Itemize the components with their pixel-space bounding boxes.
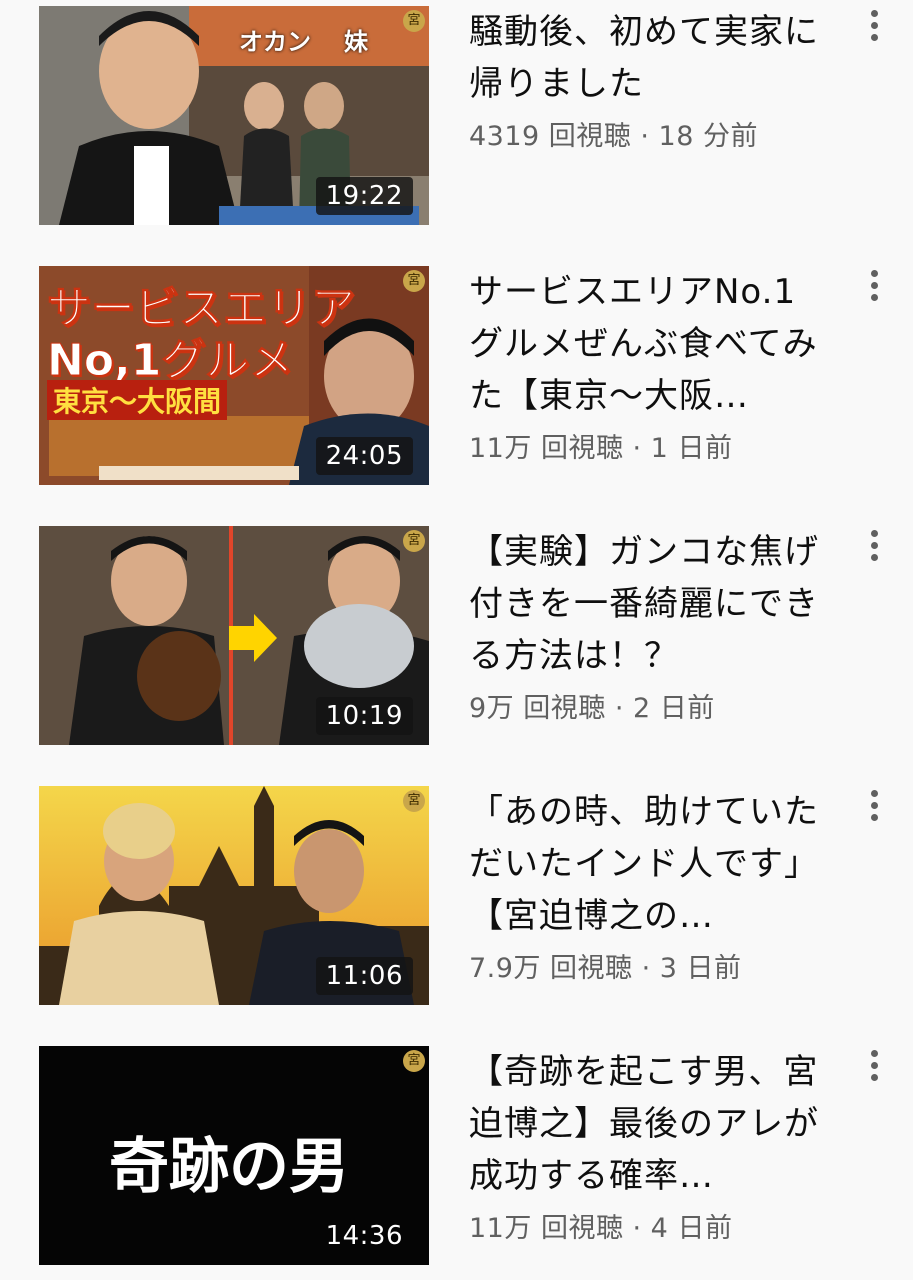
- video-duration: 24:05: [315, 437, 413, 475]
- video-title[interactable]: 騒動後、初めて実家に帰りました: [469, 6, 829, 110]
- video-item[interactable]: 宮 11:06 「あの時、助けていただいたインド人です」【宮迫博之の… 7.9万…: [0, 780, 913, 1005]
- video-duration: 11:06: [315, 957, 413, 995]
- video-info[interactable]: 【奇跡を起こす男、宮迫博之】最後のアレが成功する確率… 11万 回視聴 · 4 …: [469, 1046, 829, 1245]
- channel-badge: 宮: [403, 10, 425, 32]
- channel-badge: 宮: [403, 530, 425, 552]
- channel-badge: 宮: [403, 790, 425, 812]
- more-vert-icon[interactable]: [862, 10, 886, 50]
- video-meta: 4319 回視聴 · 18 分前: [469, 121, 758, 152]
- video-meta: 7.9万 回視聴 · 3 日前: [469, 953, 742, 984]
- thumbnail-caption: オカン: [239, 28, 311, 56]
- thumbnail-caption: 東京〜大阪間: [47, 380, 228, 420]
- more-vert-icon[interactable]: [862, 1050, 886, 1090]
- video-title[interactable]: 【奇跡を起こす男、宮迫博之】最後のアレが成功する確率…: [469, 1046, 829, 1202]
- video-item[interactable]: オカン 妹 宮 19:22 騒動後、初めて実家に帰りました 4319 回視聴 ·…: [0, 0, 913, 225]
- video-item[interactable]: 奇跡の男 宮 14:36 【奇跡を起こす男、宮迫博之】最後のアレが成功する確率……: [0, 1040, 913, 1265]
- video-thumbnail[interactable]: オカン 妹 宮 19:22: [39, 6, 429, 225]
- video-item[interactable]: サービスエリア No,1グルメ 東京〜大阪間 宮 24:05 サービスエリアNo…: [0, 260, 913, 485]
- video-title[interactable]: サービスエリアNo.1グルメぜんぶ食べてみた【東京〜大阪…: [469, 266, 829, 422]
- video-info[interactable]: 「あの時、助けていただいたインド人です」【宮迫博之の… 7.9万 回視聴 · 3…: [469, 786, 829, 985]
- channel-badge: 宮: [403, 1050, 425, 1072]
- video-duration: 10:19: [315, 697, 413, 735]
- video-thumbnail[interactable]: 宮 10:19: [39, 526, 429, 745]
- channel-badge: 宮: [403, 270, 425, 292]
- video-item[interactable]: 宮 10:19 【実験】ガンコな焦げ付きを一番綺麗にできる方法は！？ 9万 回視…: [0, 520, 913, 745]
- video-title[interactable]: 【実験】ガンコな焦げ付きを一番綺麗にできる方法は！？: [469, 526, 829, 682]
- video-info[interactable]: 【実験】ガンコな焦げ付きを一番綺麗にできる方法は！？ 9万 回視聴 · 2 日前: [469, 526, 829, 725]
- video-duration: 19:22: [315, 177, 413, 215]
- video-meta: 9万 回視聴 · 2 日前: [469, 693, 715, 724]
- thumbnail-caption: 妹: [344, 28, 368, 56]
- thumbnail-caption: 奇跡の男: [109, 1132, 349, 1202]
- video-thumbnail[interactable]: サービスエリア No,1グルメ 東京〜大阪間 宮 24:05: [39, 266, 429, 485]
- more-vert-icon[interactable]: [862, 270, 886, 310]
- more-vert-icon[interactable]: [862, 530, 886, 570]
- video-duration: 14:36: [325, 1221, 403, 1251]
- thumbnail-caption: No,1グルメ: [46, 335, 294, 387]
- video-thumbnail[interactable]: 宮 11:06: [39, 786, 429, 1005]
- video-info[interactable]: 騒動後、初めて実家に帰りました 4319 回視聴 · 18 分前: [469, 6, 829, 153]
- video-thumbnail[interactable]: 奇跡の男 宮 14:36: [39, 1046, 429, 1265]
- video-meta: 11万 回視聴 · 4 日前: [469, 1213, 733, 1244]
- video-title[interactable]: 「あの時、助けていただいたインド人です」【宮迫博之の…: [469, 786, 829, 942]
- video-list: オカン 妹 宮 19:22 騒動後、初めて実家に帰りました 4319 回視聴 ·…: [0, 0, 913, 1280]
- video-info[interactable]: サービスエリアNo.1グルメぜんぶ食べてみた【東京〜大阪… 11万 回視聴 · …: [469, 266, 829, 465]
- video-meta: 11万 回視聴 · 1 日前: [469, 433, 733, 464]
- more-vert-icon[interactable]: [862, 790, 886, 830]
